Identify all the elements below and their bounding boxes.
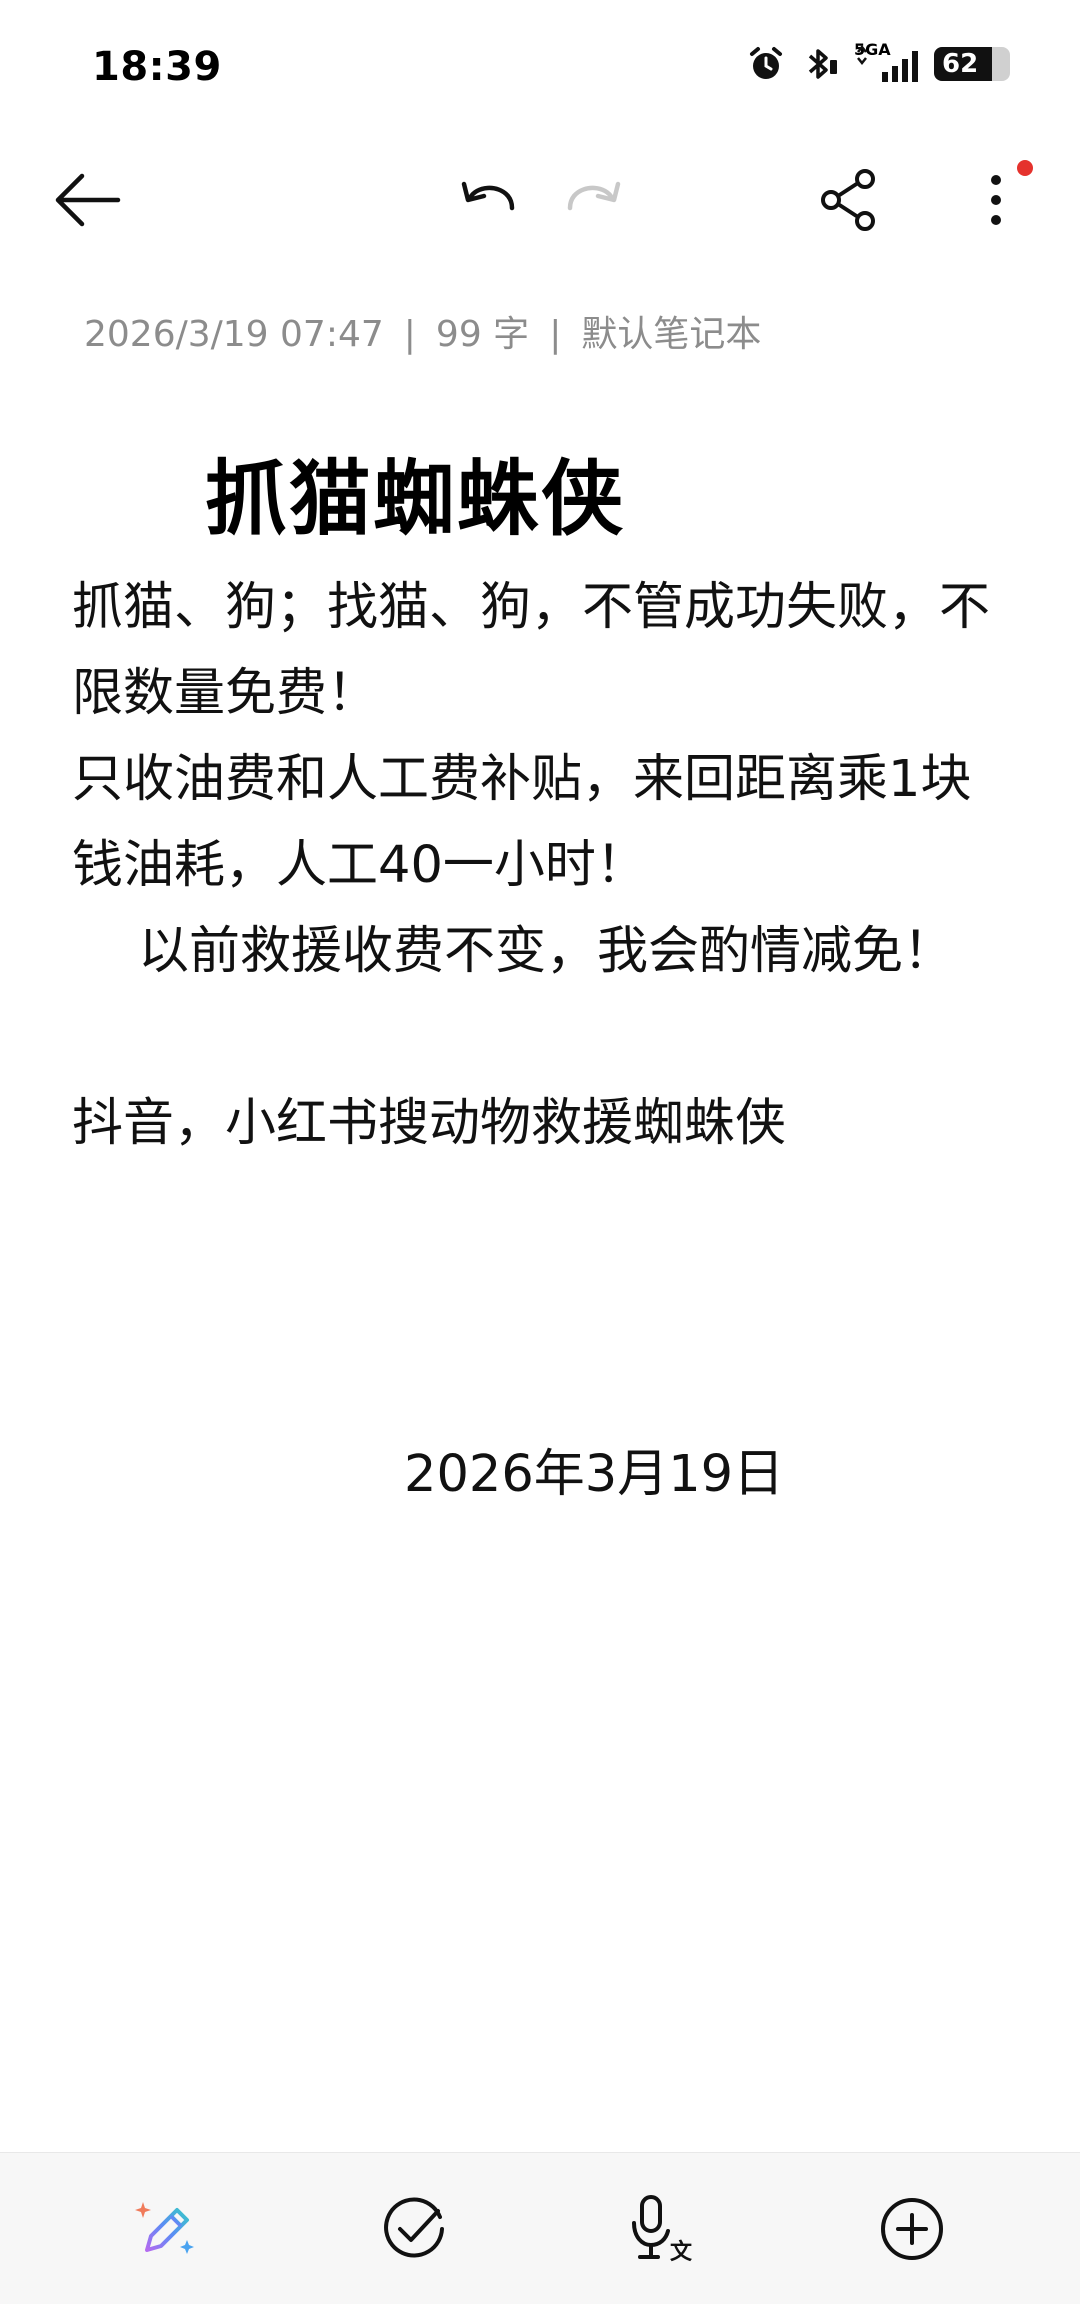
checklist-icon	[384, 2197, 444, 2258]
signal-icon: 5GA	[854, 40, 920, 84]
note-paragraph[interactable]: 只收油费和人工费补贴，来回距离乘1块钱油耗，人工40一小时！	[72, 737, 1012, 909]
alarm-icon	[746, 44, 786, 84]
ai-assist-button[interactable]	[126, 2189, 206, 2269]
note-date[interactable]: 2026年3月19日	[404, 1432, 784, 1506]
undo-icon	[461, 181, 515, 211]
note-title[interactable]: 抓猫蜘蛛侠	[205, 432, 625, 551]
back-arrow-icon	[55, 173, 121, 227]
note-paragraph[interactable]: 抖音，小红书搜动物救援蜘蛛侠	[72, 1081, 1012, 1167]
notebook-name[interactable]: 默认笔记本	[581, 314, 761, 355]
note-body[interactable]: 抓猫、狗；找猫、狗，不管成功失败，不限数量免费！ 只收油费和人工费补贴，来回距离…	[72, 565, 1012, 1167]
voice-input-button[interactable]: 文	[622, 2189, 702, 2269]
voice-transcribe-icon: 文	[632, 2195, 693, 2265]
add-icon	[881, 2198, 943, 2260]
status-time: 18:39	[92, 44, 222, 90]
bluetooth-icon	[800, 44, 840, 84]
note-word-count: 99 字	[435, 314, 530, 355]
redo-button[interactable]	[556, 160, 636, 240]
ai-pen-icon	[135, 2202, 194, 2254]
note-paragraph[interactable]: 抓猫、狗；找猫、狗，不管成功失败，不限数量免费！	[72, 565, 1012, 737]
redo-icon	[567, 181, 621, 211]
share-icon	[821, 169, 875, 231]
share-button[interactable]	[810, 160, 890, 240]
undo-button[interactable]	[446, 160, 526, 240]
battery-icon: 62	[934, 47, 1010, 81]
note-datetime: 2026/3/19 07:47	[84, 314, 384, 355]
status-icons: 5GA 62	[746, 40, 1010, 84]
bottom-toolbar: 文	[0, 2152, 1080, 2304]
add-button[interactable]	[872, 2189, 952, 2269]
svg-text:文: 文	[670, 2239, 693, 2265]
note-meta: 2026/3/19 07:47 | 99 字 | 默认笔记本	[84, 314, 762, 355]
back-button[interactable]	[48, 160, 128, 240]
notes-editor-screen: 18:39 5GA 62 2026/3/19 07:47 | 99 字 | 默认…	[0, 0, 1080, 2304]
checklist-button[interactable]	[374, 2189, 454, 2269]
note-paragraph[interactable]: 以前救援收费不变，我会酌情减免！	[72, 909, 1012, 995]
more-icon	[991, 175, 1001, 225]
battery-level: 62	[942, 49, 979, 79]
notification-dot	[1017, 160, 1033, 176]
